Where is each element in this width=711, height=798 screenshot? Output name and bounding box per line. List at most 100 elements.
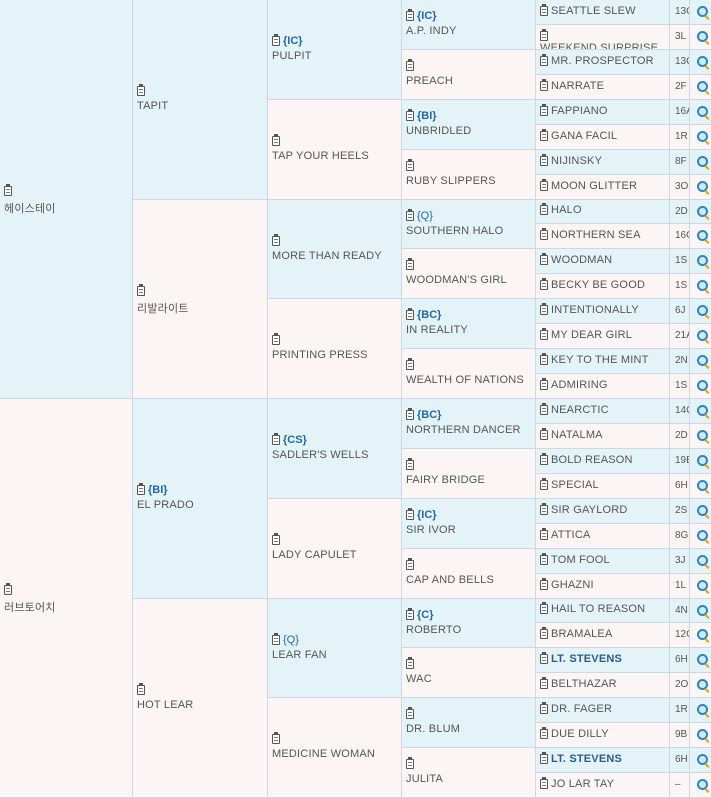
horse-name[interactable]: MR. PROSPECTOR (551, 55, 654, 67)
clipboard-icon[interactable] (540, 577, 548, 590)
horse-entry[interactable]: {Q} LEAR FAN (272, 632, 327, 661)
horse-entry[interactable]: HALO (540, 203, 582, 216)
horse-name[interactable]: PREACH (406, 75, 453, 87)
horse-entry[interactable]: NATALMA (540, 427, 603, 441)
magnifier-icon[interactable] (697, 580, 708, 591)
horse-name[interactable]: ROBERTO (406, 624, 461, 636)
horse-entry[interactable]: DR. FAGER (540, 701, 612, 715)
horse-entry[interactable]: TOM FOOL (540, 552, 610, 566)
horse-entry[interactable]: BECKY BE GOOD (540, 277, 645, 291)
clipboard-icon[interactable] (540, 203, 548, 216)
horse-name[interactable]: JULITA (406, 773, 443, 785)
horse-name[interactable]: SADLER'S WELLS (272, 449, 369, 461)
horse-name[interactable]: TOM FOOL (551, 554, 610, 566)
horse-entry[interactable]: ADMIRING (540, 377, 608, 391)
horse-name[interactable]: LT. STEVENS (551, 753, 622, 765)
magnifier-icon[interactable] (697, 405, 708, 416)
magnifier-icon[interactable] (697, 555, 708, 566)
clipboard-icon[interactable] (540, 78, 548, 91)
horse-entry[interactable]: {C} ROBERTO (406, 607, 461, 636)
clipboard-icon[interactable] (540, 726, 548, 739)
horse-entry[interactable]: WOODMAN'S GIRL (406, 258, 507, 286)
magnifier-icon[interactable] (697, 754, 708, 765)
horse-entry[interactable]: {CS} SADLER'S WELLS (272, 433, 369, 461)
magnifier-icon[interactable] (697, 779, 708, 790)
clipboard-icon[interactable] (540, 776, 548, 789)
magnifier-icon[interactable] (697, 106, 708, 117)
horse-name[interactable]: NORTHERN SEA (551, 229, 641, 241)
horse-entry[interactable]: {BI} EL PRADO (137, 483, 194, 511)
magnifier-icon[interactable] (697, 455, 708, 466)
magnifier-icon[interactable] (697, 530, 708, 541)
clipboard-icon[interactable] (540, 377, 548, 390)
horse-name[interactable]: DUE DILLY (551, 728, 609, 740)
horse-name[interactable]: DR. FAGER (551, 703, 612, 715)
horse-entry[interactable]: NEARCTIC (540, 402, 609, 416)
horse-entry[interactable]: MR. PROSPECTOR (540, 53, 654, 67)
clipboard-icon[interactable] (406, 508, 414, 521)
horse-entry[interactable]: {BC} NORTHERN DANCER (406, 408, 521, 436)
magnifier-icon[interactable] (697, 81, 708, 92)
horse-entry[interactable]: 러브토어치 (4, 582, 56, 615)
clipboard-icon[interactable] (540, 626, 548, 639)
horse-entry[interactable]: {IC} PULPIT (272, 34, 312, 62)
horse-name[interactable]: SEATTLE SLEW (551, 5, 636, 17)
clipboard-icon[interactable] (540, 701, 548, 714)
magnifier-icon[interactable] (697, 605, 708, 616)
magnifier-icon[interactable] (697, 255, 708, 266)
horse-entry[interactable]: 리발라이트 (137, 283, 189, 316)
clipboard-icon[interactable] (406, 757, 414, 770)
horse-entry[interactable]: RUBY SLIPPERS (406, 159, 496, 187)
clipboard-icon[interactable] (540, 676, 548, 689)
horse-name[interactable]: SPECIAL (551, 479, 599, 491)
magnifier-icon[interactable] (697, 380, 708, 391)
horse-entry[interactable]: LT. STEVENS (540, 751, 622, 765)
clipboard-icon[interactable] (540, 477, 548, 490)
horse-entry[interactable]: SEATTLE SLEW (540, 3, 636, 17)
magnifier-icon[interactable] (697, 131, 708, 142)
magnifier-icon[interactable] (697, 480, 708, 491)
clipboard-icon[interactable] (540, 28, 548, 41)
horse-entry[interactable]: KEY TO THE MINT (540, 352, 649, 366)
horse-name[interactable]: NEARCTIC (551, 404, 609, 416)
clipboard-icon[interactable] (272, 333, 280, 346)
horse-name[interactable]: CAP AND BELLS (406, 574, 494, 586)
horse-entry[interactable]: {IC} SIR IVOR (406, 508, 456, 536)
clipboard-icon[interactable] (406, 208, 414, 221)
horse-name[interactable]: 헤이스테이 (4, 200, 56, 216)
horse-entry[interactable]: MORE THAN READY (272, 233, 382, 262)
clipboard-icon[interactable] (406, 258, 414, 271)
magnifier-icon[interactable] (697, 729, 708, 740)
horse-entry[interactable]: BRAMALEA (540, 626, 613, 640)
horse-name[interactable]: GHAZNI (551, 579, 594, 591)
clipboard-icon[interactable] (406, 9, 414, 22)
horse-entry[interactable]: TAPIT (137, 84, 168, 112)
horse-name[interactable]: DR. BLUM (406, 723, 460, 735)
clipboard-icon[interactable] (540, 103, 548, 116)
magnifier-icon[interactable] (697, 280, 708, 291)
magnifier-icon[interactable] (697, 31, 708, 42)
clipboard-icon[interactable] (540, 153, 548, 166)
horse-name[interactable]: A.P. INDY (406, 25, 457, 37)
horse-name[interactable]: INTENTIONALLY (551, 304, 639, 316)
horse-entry[interactable]: WOODMAN (540, 252, 612, 266)
horse-entry[interactable]: ATTICA (540, 527, 591, 541)
horse-name[interactable]: WEALTH OF NATIONS (406, 374, 524, 386)
horse-entry[interactable]: HAIL TO REASON (540, 602, 645, 615)
horse-name[interactable]: NATALMA (551, 429, 603, 441)
horse-entry[interactable]: GHAZNI (540, 577, 594, 591)
horse-name[interactable]: WOODMAN'S GIRL (406, 274, 507, 286)
horse-entry[interactable]: WEEKEND SURPRISE (540, 28, 669, 49)
magnifier-icon[interactable] (697, 355, 708, 366)
horse-entry[interactable]: WEALTH OF NATIONS (406, 358, 524, 386)
horse-name[interactable]: TAPIT (137, 100, 168, 112)
clipboard-icon[interactable] (406, 159, 414, 172)
horse-entry[interactable]: {IC} A.P. INDY (406, 9, 457, 37)
clipboard-icon[interactable] (540, 227, 548, 240)
clipboard-icon[interactable] (540, 651, 548, 664)
horse-entry[interactable]: CAP AND BELLS (406, 558, 494, 586)
magnifier-icon[interactable] (697, 679, 708, 690)
magnifier-icon[interactable] (697, 654, 708, 665)
horse-entry[interactable]: INTENTIONALLY (540, 302, 639, 316)
horse-name[interactable]: FAIRY BRIDGE (406, 474, 485, 486)
